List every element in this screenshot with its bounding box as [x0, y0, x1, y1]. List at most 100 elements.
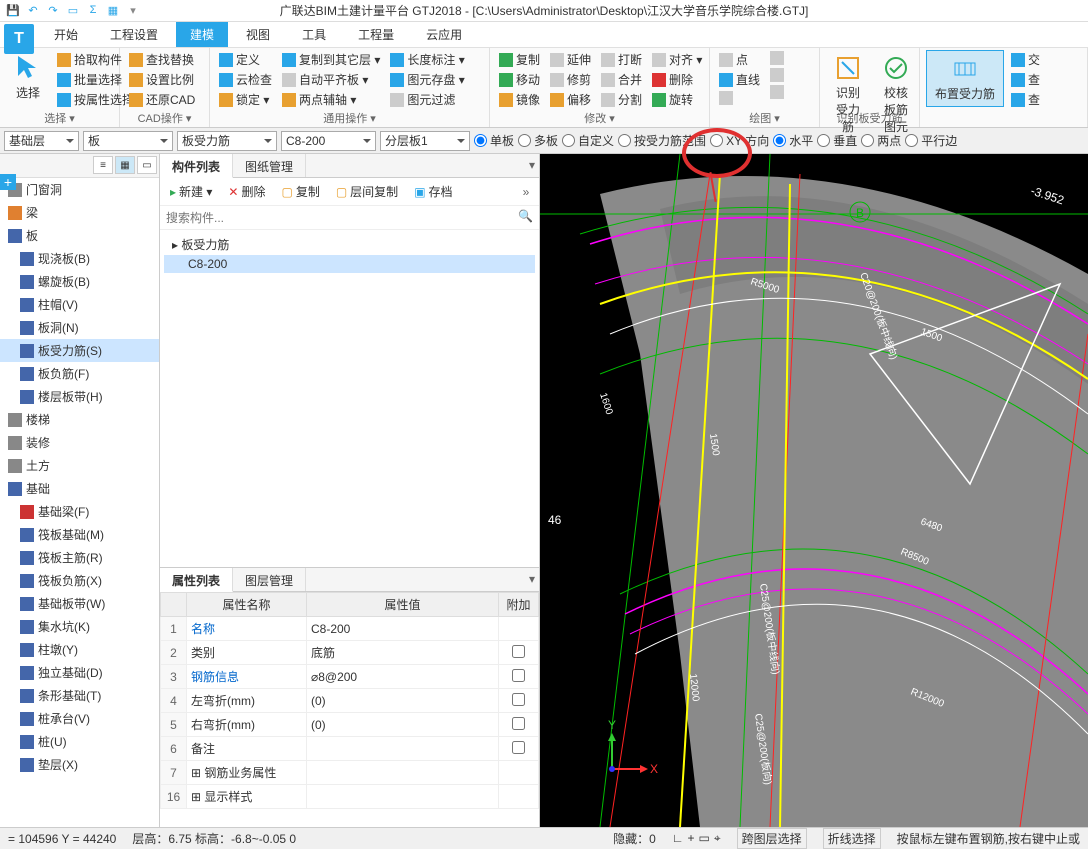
tree-item[interactable]: 桩承台(V) [0, 707, 159, 730]
pin-button[interactable]: + [0, 174, 16, 190]
extra-checkbox[interactable] [512, 717, 525, 730]
tree-item[interactable]: 楼层板带(H) [0, 385, 159, 408]
expand-icon[interactable]: ⊞ [191, 790, 204, 804]
tree-item[interactable]: 装修 [0, 431, 159, 454]
extra-checkbox[interactable] [512, 669, 525, 682]
table-row[interactable]: 6备注 [161, 737, 539, 761]
draw-group-label[interactable]: 绘图 ▾ [710, 110, 819, 126]
tree-item[interactable]: 垫层(X) [0, 753, 159, 776]
save-icon[interactable]: 💾 [6, 3, 20, 17]
restore-cad-button[interactable]: 还原CAD [126, 90, 198, 109]
prop-extra[interactable] [499, 665, 539, 689]
rect-button[interactable] [716, 90, 763, 106]
tree-item[interactable]: 条形基础(T) [0, 684, 159, 707]
break-button[interactable]: 打断 [598, 50, 645, 69]
trim-button[interactable]: 修剪 [547, 70, 594, 89]
line-button[interactable]: 直线 [716, 70, 763, 89]
prop-value[interactable]: (0) [307, 713, 499, 737]
lock-button[interactable]: 锁定 ▾ [216, 90, 275, 109]
tree-item[interactable]: 板 [0, 224, 159, 247]
tree-item[interactable]: 板受力筋(S) [0, 339, 159, 362]
cloud-check-button[interactable]: 云检查 [216, 70, 275, 89]
extend-button[interactable]: 延伸 [547, 50, 594, 69]
layer-combo[interactable]: 分层板1 [380, 131, 470, 151]
archive-button[interactable]: ▣存档 [410, 181, 456, 202]
tab-properties[interactable]: 属性列表 [160, 568, 233, 592]
table-row[interactable]: 3钢筋信息⌀8@200 [161, 665, 539, 689]
general-op-group-label[interactable]: 通用操作 ▾ [210, 110, 489, 126]
tree-item[interactable]: 板负筋(F) [0, 362, 159, 385]
tree-item[interactable]: 螺旋板(B) [0, 270, 159, 293]
radio-horizontal[interactable]: 水平 [773, 132, 813, 149]
prop-extra[interactable] [499, 689, 539, 713]
extra-checkbox[interactable] [512, 741, 525, 754]
tree-item[interactable]: 基础梁(F) [0, 500, 159, 523]
tab-start[interactable]: 开始 [40, 22, 92, 47]
radio-xy[interactable]: XY 方向 [710, 132, 769, 149]
sum-icon[interactable]: Σ [86, 3, 100, 17]
prop-value[interactable]: C8-200 [307, 617, 499, 641]
cad-group-label[interactable]: CAD操作 ▾ [120, 110, 209, 126]
circle-button[interactable] [767, 67, 787, 83]
rotate-button[interactable]: 旋转 [649, 90, 705, 109]
merge-button[interactable]: 合并 [598, 70, 645, 89]
align-button[interactable]: 对齐 ▾ [649, 50, 705, 69]
check1-button[interactable]: 查 [1008, 70, 1043, 89]
tab-proj-settings[interactable]: 工程设置 [96, 22, 172, 47]
copy-to-layer-button[interactable]: 复制到其它层 ▾ [279, 50, 383, 69]
radio-single[interactable]: 单板 [474, 132, 514, 149]
tree-item[interactable]: 独立基础(D) [0, 661, 159, 684]
save-elements-button[interactable]: 图元存盘 ▾ [387, 70, 467, 89]
dropdown-icon[interactable]: ▾ [126, 3, 140, 17]
tree-grid-icon[interactable]: ▭ [137, 156, 157, 174]
prop-extra[interactable] [499, 641, 539, 665]
filter-elements-button[interactable]: 图元过滤 [387, 90, 467, 109]
prop-value[interactable] [307, 761, 499, 785]
arc-button[interactable] [767, 50, 787, 66]
new-button[interactable]: ▸新建 ▾ [166, 181, 216, 202]
select-group-label[interactable]: 选择 ▾ [0, 110, 119, 126]
auto-level-button[interactable]: 自动平齐板 ▾ [279, 70, 383, 89]
status-cross-layer[interactable]: 跨图层选择 [737, 828, 807, 849]
copy-comp-button[interactable]: ▢复制 [277, 181, 323, 202]
toolbar-more-icon[interactable]: » [519, 185, 533, 199]
tab-layer-mgmt[interactable]: 图层管理 [233, 568, 306, 591]
length-dim-button[interactable]: 长度标注 ▾ [387, 50, 467, 69]
tree-item[interactable]: 板洞(N) [0, 316, 159, 339]
set-scale-button[interactable]: 设置比例 [126, 70, 198, 89]
tab-tools[interactable]: 工具 [288, 22, 340, 47]
snap2-icon[interactable]: + [688, 831, 695, 846]
tree-item[interactable]: 基础 [0, 477, 159, 500]
point-button[interactable]: 点 [716, 50, 763, 69]
snap1-icon[interactable]: ∟ [672, 831, 684, 846]
move-button[interactable]: 移动 [496, 70, 543, 89]
tab-component-list[interactable]: 构件列表 [160, 154, 233, 178]
radio-rebar-range[interactable]: 按受力筋范围 [618, 132, 706, 149]
table-row[interactable]: 7⊞ 钢筋业务属性 [161, 761, 539, 785]
tree-item[interactable]: 筏板主筋(R) [0, 546, 159, 569]
list-item[interactable]: C8-200 [164, 255, 535, 273]
collapse-panel-icon[interactable]: ▾ [525, 154, 539, 177]
tab-drawing-mgmt[interactable]: 图纸管理 [233, 154, 306, 177]
split-button[interactable]: 分割 [598, 90, 645, 109]
select-big-button[interactable]: 选择 [6, 50, 50, 105]
prop-extra[interactable] [499, 761, 539, 785]
tree-item[interactable]: 楼梯 [0, 408, 159, 431]
two-point-axis-button[interactable]: 两点辅轴 ▾ [279, 90, 383, 109]
snap3-icon[interactable]: ▭ [699, 831, 710, 846]
table-row[interactable]: 1名称C8-200 [161, 617, 539, 641]
tree-item[interactable]: 筏板基础(M) [0, 523, 159, 546]
list-root[interactable]: ▸ 板受力筋 [164, 234, 535, 255]
search-input[interactable] [160, 206, 539, 230]
poly-button[interactable] [767, 84, 787, 100]
report-icon[interactable]: ▦ [106, 3, 120, 17]
tree-item[interactable]: 柱帽(V) [0, 293, 159, 316]
extra-checkbox[interactable] [512, 645, 525, 658]
tree-item[interactable]: 基础板带(W) [0, 592, 159, 615]
prop-extra[interactable] [499, 737, 539, 761]
tree-item[interactable]: 集水坑(K) [0, 615, 159, 638]
layout-rebar-button[interactable]: 布置受力筋 [926, 50, 1004, 107]
redo-icon[interactable]: ↷ [46, 3, 60, 17]
tree-item[interactable]: 柱墩(Y) [0, 638, 159, 661]
tree-item[interactable]: 筏板负筋(X) [0, 569, 159, 592]
